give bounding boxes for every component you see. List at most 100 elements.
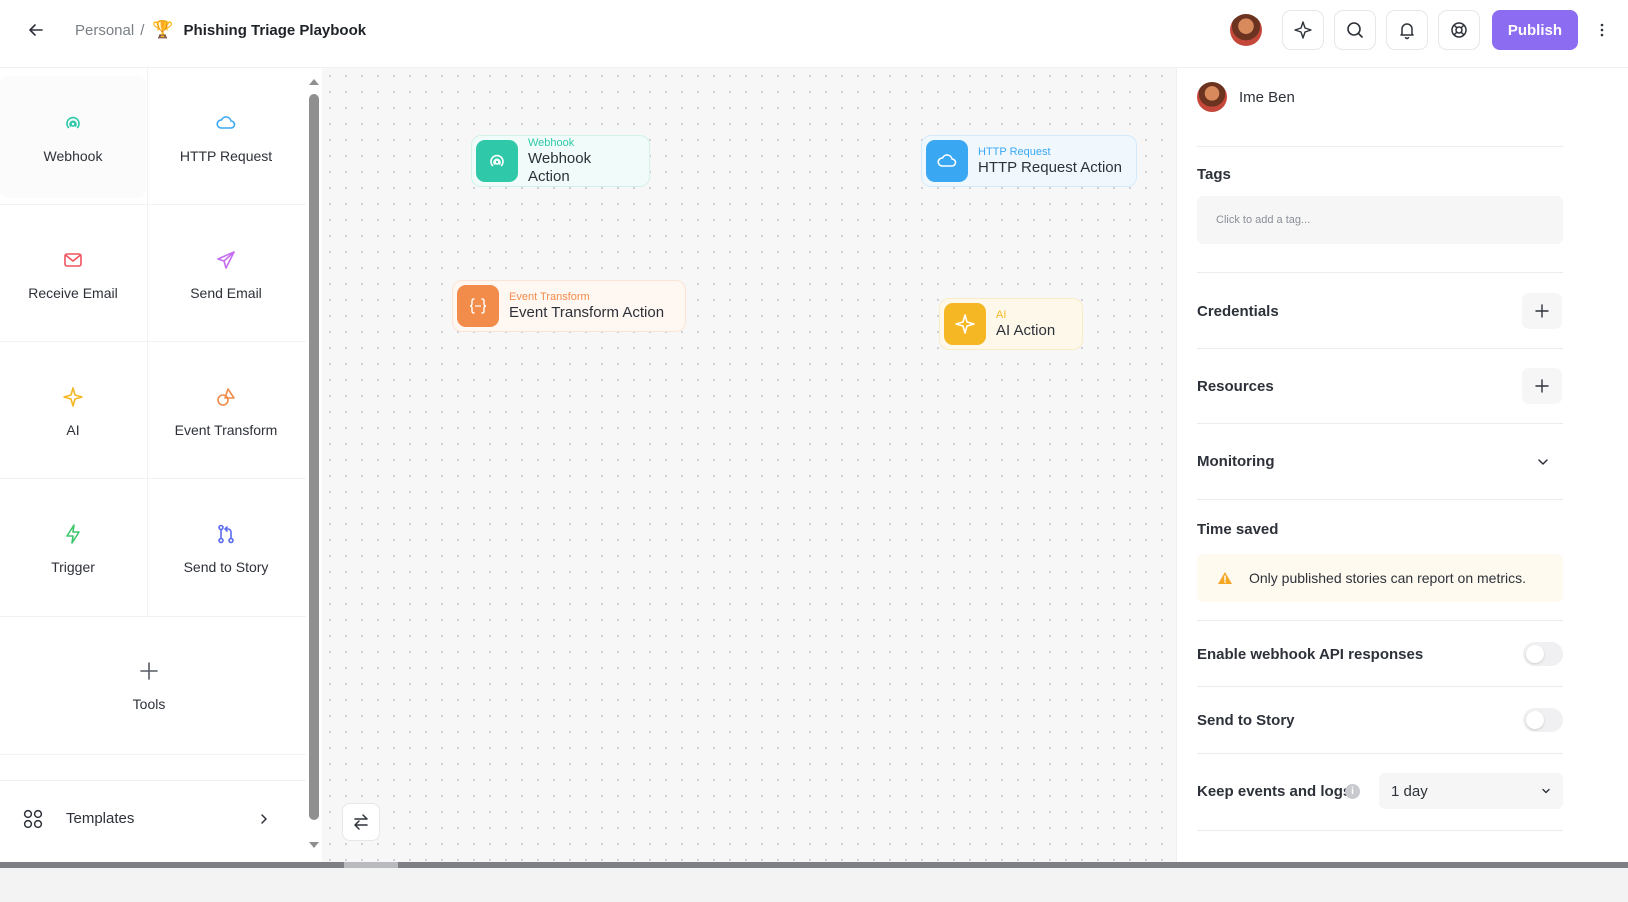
breadcrumb-separator: / — [140, 21, 145, 39]
node-name-label: AI Action — [996, 321, 1056, 339]
palette-item-label: Send to Story — [183, 559, 269, 575]
sparkle-icon — [944, 303, 986, 345]
palette-item-label: Tools — [132, 696, 166, 712]
story-title[interactable]: Phishing Triage Playbook — [184, 22, 367, 39]
send-to-story-toggle[interactable] — [1523, 708, 1563, 732]
warning-text: Only published stories can report on met… — [1249, 570, 1527, 586]
top-header: Personal / 🏆 Phishing Triage Playbook Pu… — [0, 0, 1628, 68]
time-saved-warning: Only published stories can report on met… — [1197, 554, 1563, 602]
node-http-request-action[interactable]: HTTP Request HTTP Request Action — [921, 135, 1137, 187]
webhook-icon — [66, 116, 80, 129]
templates-button[interactable]: Templates — [0, 780, 306, 856]
palette-scrollbar[interactable] — [306, 68, 322, 862]
palette-item-trigger[interactable]: Trigger — [0, 481, 146, 617]
story-canvas[interactable]: Webhook Webhook Action HTTP Request HTTP… — [322, 68, 1176, 862]
palette-item-send-email[interactable]: Send Email — [153, 207, 299, 343]
node-type-label: Webhook — [528, 136, 575, 149]
user-avatar[interactable] — [1229, 14, 1262, 46]
tags-label: Tags — [1197, 166, 1231, 183]
node-ai-action[interactable]: AI AI Action — [939, 298, 1083, 350]
monitoring-label[interactable]: Monitoring — [1197, 453, 1274, 470]
webhook-api-toggle[interactable] — [1523, 642, 1563, 666]
bottom-bar — [0, 862, 1628, 902]
palette-item-label: AI — [66, 422, 80, 438]
node-name-label: Event Transform Action — [509, 303, 665, 321]
chevron-down-icon — [1542, 788, 1550, 794]
palette-item-label: Send Email — [190, 285, 262, 301]
cloud-icon — [926, 140, 968, 182]
chevron-down-icon[interactable] — [1529, 448, 1557, 476]
swap-arrows-button[interactable] — [342, 803, 380, 841]
node-type-label: HTTP Request — [978, 145, 1051, 158]
swap-arrows-icon — [354, 814, 368, 830]
node-webhook-action[interactable]: Webhook Webhook Action — [471, 135, 650, 187]
sparkle-icon — [1294, 21, 1312, 39]
more-options-icon[interactable] — [1592, 15, 1612, 45]
palette-item-event-transform[interactable]: Event Transform — [153, 344, 299, 480]
palette-item-label: HTTP Request — [179, 148, 273, 164]
bolt-icon — [66, 524, 80, 544]
bell-icon — [1400, 23, 1414, 40]
resources-label: Resources — [1197, 378, 1274, 395]
palette-item-label: Event Transform — [174, 422, 278, 438]
keep-events-value: 1 day — [1391, 782, 1428, 800]
header-actions: Publish — [1229, 10, 1612, 50]
palette-item-webhook[interactable]: Webhook — [0, 70, 146, 206]
plus-icon — [1535, 379, 1549, 393]
plus-icon — [140, 662, 158, 680]
mail-icon — [64, 253, 82, 267]
add-resource-button[interactable] — [1522, 368, 1562, 404]
info-icon[interactable]: i — [1345, 784, 1360, 799]
webhook-icon — [476, 140, 518, 182]
node-type-label: AI — [996, 308, 1007, 321]
palette-item-send-to-story[interactable]: Send to Story — [153, 481, 299, 617]
add-credential-button[interactable] — [1522, 293, 1562, 329]
chevron-right-icon — [261, 813, 267, 824]
publish-button[interactable]: Publish — [1491, 10, 1578, 50]
node-type-label: Event Transform — [509, 290, 590, 303]
warning-icon — [1218, 572, 1232, 584]
palette-item-ai[interactable]: AI — [0, 344, 146, 480]
time-saved-label: Time saved — [1197, 521, 1279, 538]
palette-item-http-request[interactable]: HTTP Request — [153, 70, 299, 206]
palette-item-label: Webhook — [43, 148, 103, 164]
tags-input[interactable]: Click to add a tag... — [1197, 196, 1563, 244]
keep-events-label: Keep events and logs — [1197, 783, 1352, 800]
grid-icon — [23, 809, 43, 828]
node-name-label: HTTP Request Action — [978, 158, 1122, 176]
search-icon — [1347, 22, 1363, 38]
story-settings-panel: Ime Ben Tags Click to add a tag... Crede… — [1176, 68, 1628, 862]
templates-label: Templates — [66, 810, 135, 827]
plus-icon — [1535, 304, 1549, 318]
ai-assist-button[interactable] — [1281, 10, 1324, 50]
palette-item-label: Receive Email — [28, 285, 118, 301]
scrollbar-thumb[interactable] — [309, 94, 319, 820]
keep-events-select[interactable]: 1 day — [1379, 773, 1563, 809]
send-to-story-label: Send to Story — [1197, 712, 1295, 729]
palette-item-tools[interactable]: Tools — [76, 618, 222, 754]
back-arrow-icon[interactable] — [24, 18, 48, 42]
sparkle-icon — [63, 387, 83, 407]
palette-item-label: Trigger — [51, 559, 95, 575]
owner-avatar — [1197, 82, 1227, 112]
send-icon — [217, 251, 235, 269]
node-event-transform-action[interactable]: Event Transform Event Transform Action — [452, 280, 686, 332]
credentials-label: Credentials — [1197, 303, 1279, 320]
story-owner: Ime Ben — [1197, 82, 1295, 112]
trophy-icon: 🏆 — [152, 20, 174, 39]
braces-icon — [457, 285, 499, 327]
webhook-api-label: Enable webhook API responses — [1197, 646, 1424, 663]
git-branch-icon — [218, 524, 234, 544]
action-palette: Webhook HTTP Request Receive Email Send … — [0, 68, 306, 862]
cloud-icon — [216, 116, 236, 129]
help-button[interactable] — [1437, 10, 1480, 50]
scroll-up-arrow-icon[interactable] — [307, 76, 321, 88]
palette-item-receive-email[interactable]: Receive Email — [0, 207, 146, 343]
scroll-down-arrow-icon[interactable] — [307, 839, 321, 851]
node-name-label: Webhook Action — [528, 149, 592, 185]
lifebuoy-icon — [1451, 22, 1467, 38]
breadcrumb-personal[interactable]: Personal — [75, 22, 134, 39]
notifications-button[interactable] — [1385, 10, 1428, 50]
search-button[interactable] — [1333, 10, 1376, 50]
shapes-icon — [217, 388, 235, 406]
